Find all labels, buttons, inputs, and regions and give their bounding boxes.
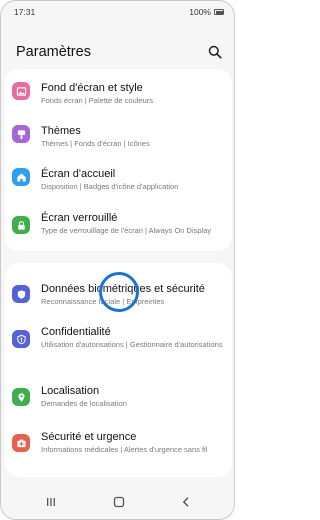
location-pin-icon xyxy=(12,388,30,406)
back-icon[interactable] xyxy=(179,495,193,509)
search-icon[interactable] xyxy=(208,45,222,59)
phone-screen: 17:31 100% Paramètres Fond d'écran et st… xyxy=(0,0,235,520)
home-button-icon[interactable] xyxy=(112,495,126,509)
item-subtitle: Informations médicales | Alertes d'urgen… xyxy=(41,445,208,454)
item-subtitle: Type de verrouillage de l'écran | Always… xyxy=(41,226,212,235)
battery-level: 100% xyxy=(189,7,211,17)
settings-group-personalization: Fond d'écran et style Fonds écran | Pale… xyxy=(5,69,232,251)
item-title: Sécurité et urgence xyxy=(41,431,137,443)
item-subtitle: Thèmes | Fonds d'écran | Icônes xyxy=(41,139,150,148)
settings-item-home-screen[interactable]: Écran d'accueil Disposition | Badges d'i… xyxy=(5,162,232,200)
status-bar: 17:31 100% xyxy=(1,1,234,23)
privacy-shield-icon xyxy=(12,330,30,348)
lock-icon xyxy=(12,216,30,234)
item-title: Localisation xyxy=(41,385,100,397)
item-subtitle: Fonds écran | Palette de couleurs xyxy=(41,96,154,105)
emergency-icon xyxy=(12,434,30,452)
item-title: Thèmes xyxy=(41,125,81,137)
image-icon xyxy=(12,82,30,100)
settings-item-privacy[interactable]: Confidentialité Utilisation d'autorisati… xyxy=(5,319,232,361)
settings-item-location[interactable]: Localisation Demandes de localisation xyxy=(5,375,232,413)
settings-item-safety-emergency[interactable]: Sécurité et urgence Informations médical… xyxy=(5,423,232,471)
item-title: Fond d'écran et style xyxy=(41,82,143,94)
page-title: Paramètres xyxy=(16,44,91,60)
status-time: 17:31 xyxy=(14,7,36,17)
item-title: Écran d'accueil xyxy=(41,168,116,180)
item-subtitle: Disposition | Badges d'icône d'applicati… xyxy=(41,182,179,191)
item-subtitle: Utilisation d'autorisations | Gestionnai… xyxy=(41,340,223,349)
tap-indicator xyxy=(99,272,139,312)
brush-icon xyxy=(12,125,30,143)
settings-item-themes[interactable]: Thèmes Thèmes | Fonds d'écran | Icônes xyxy=(5,118,232,156)
item-title: Confidentialité xyxy=(41,326,111,338)
settings-item-lock-screen[interactable]: Écran verrouillé Type de verrouillage de… xyxy=(5,206,232,248)
home-icon xyxy=(12,168,30,186)
item-title: Écran verrouillé xyxy=(41,212,118,224)
settings-item-wallpaper[interactable]: Fond d'écran et style Fonds écran | Pale… xyxy=(5,75,232,113)
shield-icon xyxy=(12,285,30,303)
battery-icon xyxy=(214,9,224,15)
recents-icon[interactable] xyxy=(44,495,58,509)
status-indicators: 100% xyxy=(189,7,224,17)
item-subtitle: Demandes de localisation xyxy=(41,399,127,408)
navigation-bar xyxy=(1,485,234,519)
